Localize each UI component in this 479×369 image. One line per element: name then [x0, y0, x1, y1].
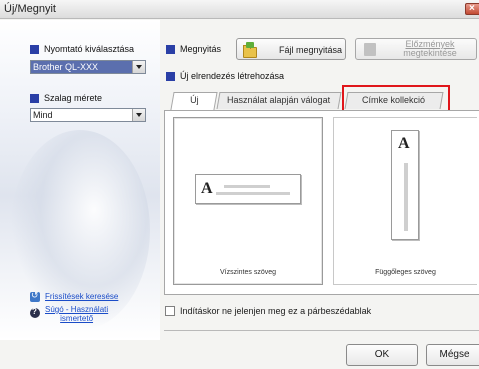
text-line [224, 185, 270, 188]
tape-size-select[interactable]: Mind [30, 108, 146, 122]
text-line [404, 163, 408, 231]
open-file-button-label: Fájl megnyitása [279, 45, 343, 55]
text-line [216, 192, 290, 195]
refresh-icon [30, 290, 40, 302]
help-link-row[interactable]: Súgó - Használati ismertető [30, 305, 108, 323]
ok-button[interactable]: OK [346, 344, 418, 366]
document-preview-icon [364, 43, 376, 56]
tape-size-select-value: Mind [33, 110, 53, 120]
cancel-button[interactable]: Mégse [426, 344, 479, 366]
section-marker-icon [30, 44, 39, 54]
tab-sort-by-usage[interactable]: Használat alapján válogat [216, 92, 342, 109]
tab-new-label: Új [189, 95, 199, 105]
create-new-label-text: Új elrendezés létrehozása [180, 71, 285, 81]
printer-section-label: Nyomtató kiválasztása [30, 44, 134, 54]
view-history-line2: megtekintése [403, 48, 457, 58]
card-horizontal-text[interactable]: A Vízszintes szöveg [173, 117, 323, 285]
printer-select-value: Brother QL-XXX [33, 62, 99, 72]
help-link[interactable]: Súgó - Használati ismertető [45, 305, 108, 323]
window-title: Új/Megnyit [4, 3, 56, 15]
close-icon: × [469, 3, 475, 14]
title-bar: Új/Megnyit × [0, 0, 479, 19]
tape-size-section-label: Szalag mérete [30, 93, 102, 103]
chevron-down-icon[interactable] [132, 61, 145, 73]
open-label-text: Megnyitás [180, 44, 222, 54]
horizontal-glyph: A [201, 180, 213, 197]
chevron-down-icon[interactable] [132, 109, 145, 121]
view-history-button-label: Előzmények megtekintése [390, 40, 470, 58]
open-section-label: Megnyitás [166, 44, 221, 54]
card-horizontal-caption: Vízszintes szöveg [219, 269, 277, 276]
view-history-button[interactable]: Előzmények megtekintése [355, 38, 477, 60]
tape-size-label-text: Szalag mérete [44, 93, 103, 103]
help-link-line1[interactable]: Súgó - Használati [45, 305, 108, 314]
updates-link[interactable]: Frissítések keresése [45, 292, 118, 301]
printer-select[interactable]: Brother QL-XXX [30, 60, 146, 74]
startup-checkbox-label[interactable]: Indításkor ne jelenjen meg ez a párbeszé… [180, 306, 371, 316]
tab-panel-new: A Vízszintes szöveg A Függőleges szöveg [164, 110, 479, 295]
footer-separator [164, 330, 479, 331]
card-vertical-caption: Függőleges szöveg [375, 269, 436, 276]
new-open-dialog: Új/Megnyit × Nyomtató kiválasztása Broth… [0, 0, 479, 369]
horizontal-label-thumbnail: A [195, 174, 301, 204]
section-marker-icon [30, 93, 39, 103]
open-file-button[interactable]: Fájl megnyitása [236, 38, 346, 60]
tab-new[interactable]: Új [170, 92, 218, 110]
updates-link-row[interactable]: Frissítések keresése [30, 290, 118, 302]
card-vertical-text[interactable]: A Függőleges szöveg [333, 117, 477, 285]
folder-open-icon [243, 42, 257, 58]
close-button[interactable]: × [465, 3, 479, 15]
vertical-label-thumbnail: A [391, 130, 419, 240]
startup-checkbox[interactable] [165, 306, 175, 316]
section-marker-icon [166, 44, 175, 54]
create-new-section-label: Új elrendezés létrehozása [166, 71, 284, 81]
help-link-line2[interactable]: ismertető [45, 314, 108, 323]
printer-label-text: Nyomtató kiválasztása [44, 44, 135, 54]
tab-sort-by-usage-label: Használat alapján válogat [227, 95, 331, 105]
section-marker-icon [166, 71, 175, 81]
vertical-glyph: A [398, 135, 410, 152]
help-icon [30, 307, 40, 318]
